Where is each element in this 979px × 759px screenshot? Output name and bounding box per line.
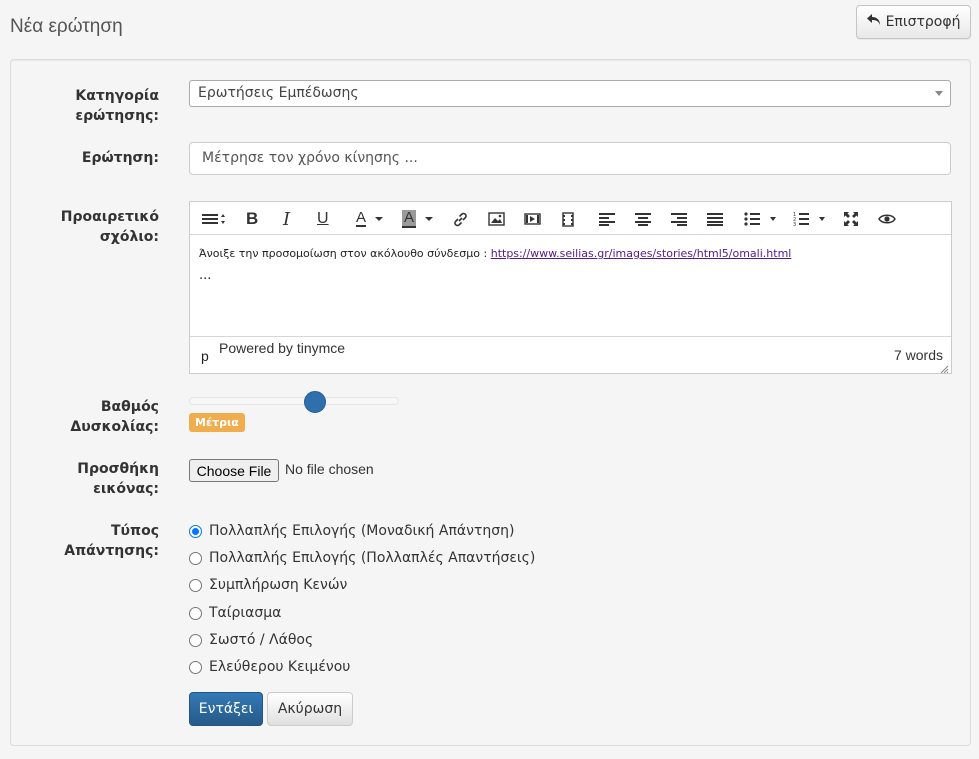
answer-type-option[interactable]: Συμπλήρωση Κενών xyxy=(189,575,347,595)
editor-content-ellipsis: ... xyxy=(199,268,212,283)
resize-handle-icon[interactable] xyxy=(939,361,949,374)
page-title: Νέα ερώτηση xyxy=(10,16,123,37)
format-menu-icon[interactable] xyxy=(202,208,226,230)
link-icon[interactable] xyxy=(452,208,469,230)
submit-button[interactable]: Εντάξει xyxy=(189,692,263,726)
answer-type-option[interactable]: Σωστό / Λάθος xyxy=(189,630,313,650)
answer-type-option[interactable]: Ελεύθερου Κειμένου xyxy=(189,657,350,677)
element-path[interactable]: p xyxy=(201,348,209,364)
editor-content-text: Άνοιξε την προσομοίωση στον ακόλουθο σύν… xyxy=(199,247,491,260)
rich-text-editor: B I U A A 1 2 3 Άνοιξε την προσομοίωση σ… xyxy=(189,201,952,374)
powered-by-label[interactable]: Powered by tinymce xyxy=(219,340,345,356)
difficulty-label: Βαθμός Δυσκολίας: xyxy=(70,399,159,435)
italic-icon[interactable]: I xyxy=(283,208,290,230)
answer-type-option[interactable]: Ταίριασμα xyxy=(189,603,281,623)
fullscreen-icon[interactable] xyxy=(843,208,859,230)
radio-button[interactable] xyxy=(189,660,202,674)
question-label: Ερώτηση: xyxy=(81,150,159,166)
radio-button[interactable] xyxy=(189,578,202,592)
bullet-list-icon[interactable] xyxy=(744,208,778,230)
editor-statusbar: p Powered by tinymce 7 words xyxy=(190,336,951,374)
bold-icon[interactable]: B xyxy=(246,208,258,230)
difficulty-badge: Μέτρια xyxy=(189,413,245,432)
reply-arrow-icon xyxy=(866,14,881,30)
align-right-icon[interactable] xyxy=(671,208,687,230)
editor-toolbar: B I U A A 1 2 3 xyxy=(190,202,951,235)
answer-type-option[interactable]: Πολλαπλής Επιλογής (Μοναδική Απάντηση) xyxy=(189,521,514,541)
question-input[interactable]: Μέτρησε τον χρόνο κίνησης ... xyxy=(189,142,951,175)
category-select-value: Ερωτήσεις Εμπέδωσης xyxy=(198,85,359,101)
radio-button[interactable] xyxy=(189,524,202,538)
numbered-list-icon[interactable]: 123 xyxy=(793,208,827,230)
media-icon[interactable] xyxy=(524,208,541,230)
align-justify-icon[interactable] xyxy=(707,208,723,230)
back-button[interactable]: Επιστροφή xyxy=(856,5,971,39)
align-left-icon[interactable] xyxy=(599,208,615,230)
comment-label: Προαιρετικό σχόλιο: xyxy=(60,209,159,245)
simulation-link[interactable]: https://www.seilias.gr/images/stories/ht… xyxy=(491,247,792,260)
background-color-icon[interactable]: A xyxy=(402,208,436,230)
cancel-button[interactable]: Ακύρωση xyxy=(267,692,353,726)
align-center-icon[interactable] xyxy=(635,208,651,230)
category-label: Κατηγορία ερώτησης: xyxy=(75,88,159,124)
answer-type-option[interactable]: Πολλαπλής Επιλογής (Πολλαπλές Απαντήσεις… xyxy=(189,548,535,568)
image-icon[interactable] xyxy=(488,208,505,230)
image-label: Προσθήκη εικόνας: xyxy=(77,461,159,497)
radio-button[interactable] xyxy=(189,633,202,647)
editor-content[interactable]: Άνοιξε την προσομοίωση στον ακόλουθο σύν… xyxy=(190,235,951,336)
choose-file-button[interactable]: Choose File xyxy=(189,459,279,482)
difficulty-slider-handle[interactable] xyxy=(304,391,326,413)
category-select[interactable]: Ερωτήσεις Εμπέδωσης xyxy=(189,80,951,107)
back-button-label: Επιστροφή xyxy=(885,14,961,30)
underline-icon[interactable]: U xyxy=(317,208,329,230)
answer-type-label: Τύπος Απάντησης: xyxy=(64,523,159,559)
svg-text:3: 3 xyxy=(793,222,796,227)
word-count: 7 words xyxy=(893,347,943,363)
text-color-icon[interactable]: A xyxy=(356,208,386,230)
video-icon[interactable] xyxy=(562,208,574,230)
dropdown-arrow-icon xyxy=(935,91,943,96)
radio-button[interactable] xyxy=(189,551,202,565)
preview-icon[interactable] xyxy=(878,208,896,230)
file-status: No file chosen xyxy=(285,461,374,477)
radio-button[interactable] xyxy=(189,606,202,620)
difficulty-slider-track[interactable] xyxy=(189,397,399,405)
